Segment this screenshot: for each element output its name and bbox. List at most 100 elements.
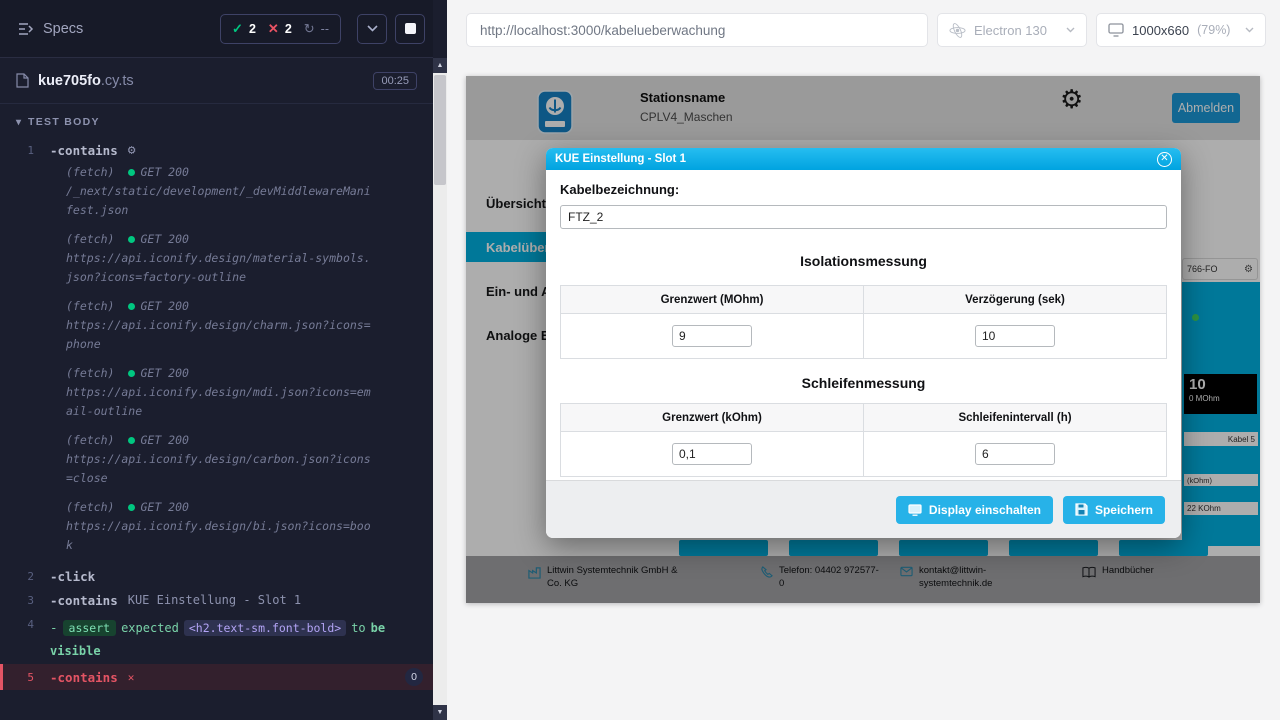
test-body-toggle[interactable]: ▾ TEST BODY bbox=[0, 104, 433, 136]
command-click[interactable]: 2 -click bbox=[0, 564, 433, 588]
failed-stat: ✕2 bbox=[268, 21, 292, 37]
status-dot-icon bbox=[128, 169, 135, 176]
x-icon: ✕ bbox=[268, 21, 279, 37]
fail-x-icon: ✕ bbox=[128, 671, 135, 684]
viewport-select[interactable]: 1000x660 (79%) bbox=[1096, 13, 1266, 47]
command-name: -contains bbox=[50, 143, 118, 158]
command-contains-2[interactable]: 3 -contains KUE Einstellung - Slot 1 bbox=[0, 588, 433, 612]
status-dot-icon bbox=[128, 303, 135, 310]
spec-duration: 00:25 bbox=[373, 72, 417, 90]
speichern-button[interactable]: Speichern bbox=[1063, 496, 1165, 524]
browser-select[interactable]: Electron 130 bbox=[937, 13, 1087, 47]
electron-icon bbox=[949, 22, 966, 39]
close-icon[interactable]: ✕ bbox=[1157, 152, 1172, 167]
grenzwert-kohm-input[interactable] bbox=[672, 443, 752, 465]
command-argument: KUE Einstellung - Slot 1 bbox=[128, 593, 301, 607]
display-einschalten-button[interactable]: Display einschalten bbox=[896, 496, 1053, 524]
scroll-up-button[interactable]: ▲ bbox=[433, 58, 447, 73]
verzoegerung-sek-input[interactable] bbox=[975, 325, 1055, 347]
specs-label: Specs bbox=[43, 21, 83, 37]
collapse-runs-button[interactable] bbox=[357, 14, 387, 44]
stop-button[interactable] bbox=[395, 14, 425, 44]
status-dot-icon bbox=[128, 236, 135, 243]
spec-extension: .cy.ts bbox=[101, 73, 134, 89]
scrollbar-thumb[interactable] bbox=[434, 75, 446, 185]
test-stats: ✓2 ✕2 ↻-- bbox=[220, 14, 341, 44]
fetch-label: (fetch) bbox=[66, 297, 114, 316]
browser-name: Electron 130 bbox=[974, 23, 1047, 38]
status-dot-icon bbox=[128, 370, 135, 377]
kabelbezeichnung-input[interactable] bbox=[560, 205, 1167, 229]
save-icon bbox=[1075, 503, 1088, 516]
browser-toolbar: Electron 130 1000x660 (79%) bbox=[447, 0, 1280, 60]
chevron-down-icon: ▾ bbox=[16, 117, 21, 128]
fetch-url: https://api.iconify.design/carbon.json?i… bbox=[66, 450, 376, 488]
display-icon bbox=[908, 504, 922, 516]
fetch-label: (fetch) bbox=[66, 163, 114, 182]
kue-settings-modal: KUE Einstellung - Slot 1 ✕ Kabelbezeichn… bbox=[546, 148, 1181, 538]
fetch-log-row[interactable]: (fetch)GET 200 /_next/static/development… bbox=[0, 162, 433, 229]
chevron-down-icon bbox=[1066, 27, 1075, 33]
fetch-log-row[interactable]: (fetch) GET 200 https://api.iconify.desig… bbox=[0, 229, 433, 296]
reporter-scrollbar[interactable]: ▲ ▼ bbox=[433, 58, 447, 720]
fetch-log-row[interactable]: (fetch) GET 200 https://api.iconify.desig… bbox=[0, 296, 433, 363]
pending-count: -- bbox=[321, 22, 329, 36]
fetch-status: GET 200 bbox=[140, 498, 188, 517]
fetch-status: GET 200 bbox=[140, 230, 188, 249]
command-number: 4 bbox=[0, 616, 50, 631]
command-number: 3 bbox=[0, 594, 50, 607]
isolationsmessung-heading: Isolationsmessung bbox=[560, 253, 1167, 269]
schleifenintervall-input[interactable] bbox=[975, 443, 1055, 465]
fetch-log-row[interactable]: (fetch)GET 200 https://api.iconify.desig… bbox=[0, 497, 433, 564]
fetch-label: (fetch) bbox=[66, 431, 114, 450]
assert-to: to bbox=[351, 621, 365, 635]
spec-file-icon bbox=[16, 73, 29, 88]
status-dot-icon bbox=[128, 504, 135, 511]
modal-footer: Display einschalten Speichern bbox=[546, 480, 1181, 538]
command-number: 1 bbox=[0, 144, 50, 157]
grenzwert-mohm-input[interactable] bbox=[672, 325, 752, 347]
command-assert[interactable]: 4 -assert expected <h2.text-sm.font-bold> t… bbox=[0, 612, 433, 664]
command-contains-failed[interactable]: 5 -contains ✕ 0 bbox=[0, 664, 433, 690]
specs-icon bbox=[18, 22, 34, 36]
spec-header[interactable]: kue705fo.cy.ts 00:25 bbox=[0, 58, 433, 104]
assert-badge: assert bbox=[63, 620, 117, 636]
fetch-label: (fetch) bbox=[66, 498, 114, 517]
pending-stat: ↻-- bbox=[304, 21, 329, 37]
spec-name: kue705fo bbox=[38, 73, 101, 89]
gear-icon: ⚙ bbox=[128, 143, 136, 158]
command-name: -contains bbox=[50, 593, 118, 608]
command-log: 1 -contains ⚙ (fetch)GET 200 /_next/stat… bbox=[0, 136, 433, 720]
command-name: -contains bbox=[50, 670, 118, 685]
fetch-url: https://api.iconify.design/charm.json?ic… bbox=[66, 316, 376, 354]
fetch-status: GET 200 bbox=[140, 163, 188, 182]
url-input[interactable] bbox=[466, 13, 928, 47]
fetch-status: GET 200 bbox=[140, 297, 188, 316]
command-contains-1[interactable]: 1 -contains ⚙ bbox=[0, 138, 433, 162]
kabelbezeichnung-label: Kabelbezeichnung: bbox=[560, 182, 1167, 197]
modal-header: KUE Einstellung - Slot 1 ✕ bbox=[546, 148, 1181, 170]
check-icon: ✓ bbox=[232, 21, 243, 37]
scroll-down-button[interactable]: ▼ bbox=[433, 705, 447, 720]
fetch-label: (fetch) bbox=[66, 364, 114, 383]
schleifenmessung-heading: Schleifenmessung bbox=[560, 375, 1167, 391]
chevron-down-icon bbox=[367, 25, 378, 32]
fetch-url: https://api.iconify.design/material-symb… bbox=[66, 249, 376, 287]
viewport-size: 1000x660 bbox=[1132, 23, 1189, 38]
column-header: Grenzwert (MOhm) bbox=[561, 286, 863, 313]
column-header: Grenzwert (kOhm) bbox=[561, 404, 863, 431]
assert-target-selector: <h2.text-sm.font-bold> bbox=[184, 620, 346, 636]
fetch-log-row[interactable]: (fetch)GET 200 https://api.iconify.desig… bbox=[0, 430, 433, 497]
specs-button[interactable]: Specs bbox=[18, 21, 83, 37]
assert-dash: - bbox=[50, 620, 58, 635]
passed-stat: ✓2 bbox=[232, 21, 256, 37]
fetch-log-row[interactable]: (fetch)GET 200 https://api.iconify.desig… bbox=[0, 363, 433, 430]
command-name: -click bbox=[50, 569, 95, 584]
passed-count: 2 bbox=[249, 22, 256, 36]
status-dot-icon bbox=[128, 437, 135, 444]
viewport-zoom: (79%) bbox=[1197, 23, 1230, 37]
assert-expected: expected bbox=[121, 621, 179, 635]
column-header: Verzögerung (sek) bbox=[863, 286, 1166, 313]
fetch-label: (fetch) bbox=[66, 230, 114, 249]
app-preview: Stationsname CPLV4_Maschen ⚙ Abmelden Üb… bbox=[466, 76, 1260, 603]
